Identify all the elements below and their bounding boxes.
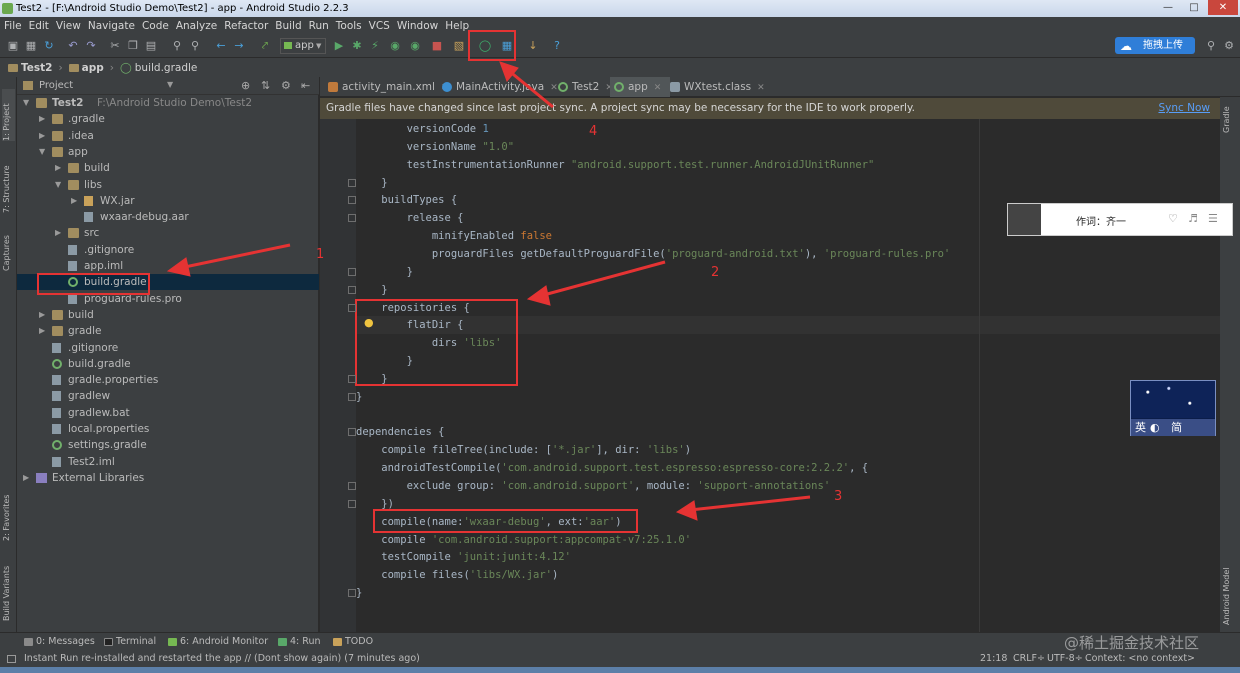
annotation-arrowhead-1 — [166, 257, 191, 277]
tab-label: TODO — [345, 636, 374, 647]
tool-tab-run[interactable]: 4: Run — [278, 636, 320, 647]
annotation-arrow-4 — [507, 68, 554, 109]
annotation-arrowhead-3 — [675, 500, 698, 521]
fold-marker-icon[interactable] — [348, 178, 356, 187]
terminal-icon — [104, 638, 113, 646]
annotation-arrow-3 — [689, 495, 811, 512]
bottom-tool-tabs: 0: Messages Terminal 6: Android Monitor … — [0, 632, 1240, 651]
annotation-arrowhead-4 — [499, 61, 519, 82]
fold-marker-icon[interactable] — [348, 482, 356, 490]
todo-icon — [333, 638, 342, 646]
fold-marker-icon[interactable] — [348, 214, 356, 223]
line-separator[interactable]: CRLF÷ — [1013, 651, 1045, 667]
file-encoding[interactable]: UTF-8÷ — [1047, 651, 1083, 667]
fold-marker-icon[interactable] — [348, 303, 356, 312]
annotation-arrow-2 — [539, 260, 666, 298]
fold-marker-icon[interactable] — [348, 374, 356, 383]
fold-marker-icon[interactable] — [348, 267, 356, 276]
tab-label: Terminal — [116, 636, 157, 647]
tab-label: 6: Android Monitor — [180, 636, 269, 647]
fold-marker-icon[interactable] — [348, 428, 356, 437]
tab-label: 0: Messages — [36, 636, 95, 647]
fold-marker-icon[interactable] — [348, 499, 356, 508]
fold-marker-icon[interactable] — [348, 392, 356, 401]
watermark: @稀土掘金技术社区 — [1064, 634, 1200, 652]
annotation-arrowhead-2 — [526, 285, 551, 306]
tool-tab-android-monitor[interactable]: 6: Android Monitor — [168, 636, 268, 647]
status-message[interactable]: Instant Run re-installed and restarted t… — [24, 651, 420, 667]
fold-marker-icon[interactable] — [348, 196, 356, 205]
caret-position[interactable]: 21:18 — [980, 651, 1007, 667]
messages-icon — [24, 638, 33, 646]
fold-marker-icon[interactable] — [348, 285, 356, 294]
annotation-arrows — [166, 61, 811, 521]
toggle-tool-windows-icon[interactable] — [7, 655, 16, 663]
tool-tab-terminal[interactable]: Terminal — [104, 636, 156, 647]
os-taskbar — [0, 667, 1240, 673]
android-icon — [168, 638, 177, 646]
status-bar: Instant Run re-installed and restarted t… — [0, 651, 1240, 667]
context-indicator[interactable]: Context: <no context> — [1085, 651, 1195, 667]
tool-tab-todo[interactable]: TODO — [333, 636, 373, 647]
tab-label: 4: Run — [290, 636, 321, 647]
tool-tab-messages[interactable]: 0: Messages — [24, 636, 95, 647]
run-icon — [278, 638, 287, 646]
annotation-arrow-1 — [179, 243, 291, 270]
fold-marker-icon[interactable] — [348, 589, 356, 598]
